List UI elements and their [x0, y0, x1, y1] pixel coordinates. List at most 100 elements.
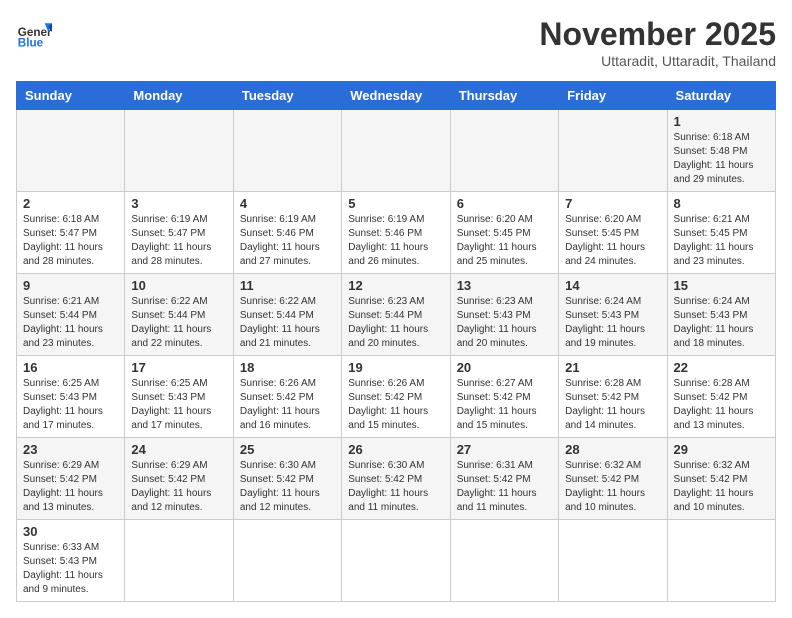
- day-number: 26: [348, 442, 443, 457]
- cell-sun-info: Sunrise: 6:32 AMSunset: 5:42 PMDaylight:…: [565, 459, 660, 515]
- calendar-cell: 26Sunrise: 6:30 AMSunset: 5:42 PMDayligh…: [342, 438, 450, 520]
- cell-sun-info: Sunrise: 6:26 AMSunset: 5:42 PMDaylight:…: [240, 377, 335, 433]
- calendar-cell: 2Sunrise: 6:18 AMSunset: 5:47 PMDaylight…: [17, 192, 125, 274]
- cell-sun-info: Sunrise: 6:29 AMSunset: 5:42 PMDaylight:…: [131, 459, 226, 515]
- day-number: 13: [457, 278, 552, 293]
- day-number: 2: [23, 196, 118, 211]
- cell-sun-info: Sunrise: 6:21 AMSunset: 5:44 PMDaylight:…: [23, 295, 118, 351]
- calendar-header-row: SundayMondayTuesdayWednesdayThursdayFrid…: [17, 82, 776, 110]
- cell-sun-info: Sunrise: 6:19 AMSunset: 5:46 PMDaylight:…: [240, 213, 335, 269]
- day-number: 20: [457, 360, 552, 375]
- month-title: November 2025: [539, 16, 776, 53]
- day-number: 3: [131, 196, 226, 211]
- calendar-week-row: 30 Sunrise: 6:33 AMSunset: 5:43 PMDayligh…: [17, 520, 776, 602]
- cell-sun-info: Sunrise: 6:31 AMSunset: 5:42 PMDaylight:…: [457, 459, 552, 515]
- calendar-cell: 12 Sunrise: 6:23 AMSunset: 5:44 PMDayligh…: [342, 274, 450, 356]
- calendar-cell: 18 Sunrise: 6:26 AMSunset: 5:42 PMDayligh…: [233, 356, 341, 438]
- day-header-thursday: Thursday: [450, 82, 558, 110]
- calendar-cell: [667, 520, 775, 602]
- logo: General Blue: [16, 16, 52, 52]
- day-number: 7: [565, 196, 660, 211]
- day-number: 17: [131, 360, 226, 375]
- calendar-cell: 6 Sunrise: 6:20 AMSunset: 5:45 PMDaylight…: [450, 192, 558, 274]
- day-number: 28: [565, 442, 660, 457]
- cell-sun-info: Sunrise: 6:24 AMSunset: 5:43 PMDaylight:…: [565, 295, 660, 351]
- calendar-cell: [342, 520, 450, 602]
- cell-sun-info: Sunrise: 6:30 AMSunset: 5:42 PMDaylight:…: [240, 459, 335, 515]
- calendar-cell: 21 Sunrise: 6:28 AMSunset: 5:42 PMDayligh…: [559, 356, 667, 438]
- calendar-cell: 24Sunrise: 6:29 AMSunset: 5:42 PMDayligh…: [125, 438, 233, 520]
- day-number: 11: [240, 278, 335, 293]
- cell-sun-info: Sunrise: 6:19 AMSunset: 5:46 PMDaylight:…: [348, 213, 443, 269]
- cell-sun-info: Sunrise: 6:33 AMSunset: 5:43 PMDaylight:…: [23, 541, 118, 597]
- day-number: 10: [131, 278, 226, 293]
- cell-sun-info: Sunrise: 6:20 AMSunset: 5:45 PMDaylight:…: [457, 213, 552, 269]
- calendar-week-row: 1 Sunrise: 6:18 AMSunset: 5:48 PMDaylight…: [17, 110, 776, 192]
- calendar-cell: [559, 110, 667, 192]
- calendar-cell: 10 Sunrise: 6:22 AMSunset: 5:44 PMDayligh…: [125, 274, 233, 356]
- cell-sun-info: Sunrise: 6:24 AMSunset: 5:43 PMDaylight:…: [674, 295, 769, 351]
- calendar-week-row: 23 Sunrise: 6:29 AMSunset: 5:42 PMDayligh…: [17, 438, 776, 520]
- calendar-cell: 4Sunrise: 6:19 AMSunset: 5:46 PMDaylight…: [233, 192, 341, 274]
- calendar-cell: 1 Sunrise: 6:18 AMSunset: 5:48 PMDaylight…: [667, 110, 775, 192]
- cell-sun-info: Sunrise: 6:22 AMSunset: 5:44 PMDaylight:…: [131, 295, 226, 351]
- calendar-cell: [450, 110, 558, 192]
- cell-sun-info: Sunrise: 6:22 AMSunset: 5:44 PMDaylight:…: [240, 295, 335, 351]
- day-number: 16: [23, 360, 118, 375]
- calendar-cell: 30 Sunrise: 6:33 AMSunset: 5:43 PMDayligh…: [17, 520, 125, 602]
- cell-sun-info: Sunrise: 6:27 AMSunset: 5:42 PMDaylight:…: [457, 377, 552, 433]
- day-number: 15: [674, 278, 769, 293]
- day-number: 12: [348, 278, 443, 293]
- day-number: 25: [240, 442, 335, 457]
- cell-sun-info: Sunrise: 6:29 AMSunset: 5:42 PMDaylight:…: [23, 459, 118, 515]
- day-number: 29: [674, 442, 769, 457]
- calendar-week-row: 2Sunrise: 6:18 AMSunset: 5:47 PMDaylight…: [17, 192, 776, 274]
- day-header-saturday: Saturday: [667, 82, 775, 110]
- calendar-cell: 8Sunrise: 6:21 AMSunset: 5:45 PMDaylight…: [667, 192, 775, 274]
- day-number: 6: [457, 196, 552, 211]
- calendar-cell: 7 Sunrise: 6:20 AMSunset: 5:45 PMDaylight…: [559, 192, 667, 274]
- day-number: 27: [457, 442, 552, 457]
- cell-sun-info: Sunrise: 6:28 AMSunset: 5:42 PMDaylight:…: [674, 377, 769, 433]
- day-number: 9: [23, 278, 118, 293]
- cell-sun-info: Sunrise: 6:25 AMSunset: 5:43 PMDaylight:…: [131, 377, 226, 433]
- calendar-cell: 13Sunrise: 6:23 AMSunset: 5:43 PMDayligh…: [450, 274, 558, 356]
- calendar-cell: 22 Sunrise: 6:28 AMSunset: 5:42 PMDayligh…: [667, 356, 775, 438]
- calendar-cell: [559, 520, 667, 602]
- calendar-cell: 19 Sunrise: 6:26 AMSunset: 5:42 PMDayligh…: [342, 356, 450, 438]
- calendar-cell: [125, 110, 233, 192]
- day-number: 30: [23, 524, 118, 539]
- day-number: 23: [23, 442, 118, 457]
- cell-sun-info: Sunrise: 6:26 AMSunset: 5:42 PMDaylight:…: [348, 377, 443, 433]
- day-number: 21: [565, 360, 660, 375]
- cell-sun-info: Sunrise: 6:28 AMSunset: 5:42 PMDaylight:…: [565, 377, 660, 433]
- day-header-wednesday: Wednesday: [342, 82, 450, 110]
- calendar-cell: 27 Sunrise: 6:31 AMSunset: 5:42 PMDayligh…: [450, 438, 558, 520]
- calendar-cell: [233, 520, 341, 602]
- calendar-cell: 9 Sunrise: 6:21 AMSunset: 5:44 PMDaylight…: [17, 274, 125, 356]
- cell-sun-info: Sunrise: 6:20 AMSunset: 5:45 PMDaylight:…: [565, 213, 660, 269]
- title-area: November 2025 Uttaradit, Uttaradit, Thai…: [539, 16, 776, 69]
- calendar-cell: 20 Sunrise: 6:27 AMSunset: 5:42 PMDayligh…: [450, 356, 558, 438]
- location-subtitle: Uttaradit, Uttaradit, Thailand: [539, 53, 776, 69]
- svg-text:Blue: Blue: [18, 37, 44, 50]
- calendar-cell: 5Sunrise: 6:19 AMSunset: 5:46 PMDaylight…: [342, 192, 450, 274]
- calendar-cell: 28 Sunrise: 6:32 AMSunset: 5:42 PMDayligh…: [559, 438, 667, 520]
- day-number: 1: [674, 114, 769, 129]
- header: General Blue November 2025 Uttaradit, Ut…: [16, 16, 776, 69]
- cell-sun-info: Sunrise: 6:25 AMSunset: 5:43 PMDaylight:…: [23, 377, 118, 433]
- calendar-cell: [125, 520, 233, 602]
- day-number: 19: [348, 360, 443, 375]
- calendar-cell: [342, 110, 450, 192]
- day-header-tuesday: Tuesday: [233, 82, 341, 110]
- calendar-cell: 14Sunrise: 6:24 AMSunset: 5:43 PMDayligh…: [559, 274, 667, 356]
- day-number: 18: [240, 360, 335, 375]
- day-header-monday: Monday: [125, 82, 233, 110]
- calendar-week-row: 9 Sunrise: 6:21 AMSunset: 5:44 PMDaylight…: [17, 274, 776, 356]
- cell-sun-info: Sunrise: 6:19 AMSunset: 5:47 PMDaylight:…: [131, 213, 226, 269]
- cell-sun-info: Sunrise: 6:32 AMSunset: 5:42 PMDaylight:…: [674, 459, 769, 515]
- calendar-week-row: 16 Sunrise: 6:25 AMSunset: 5:43 PMDayligh…: [17, 356, 776, 438]
- cell-sun-info: Sunrise: 6:23 AMSunset: 5:44 PMDaylight:…: [348, 295, 443, 351]
- cell-sun-info: Sunrise: 6:18 AMSunset: 5:48 PMDaylight:…: [674, 131, 769, 187]
- day-number: 22: [674, 360, 769, 375]
